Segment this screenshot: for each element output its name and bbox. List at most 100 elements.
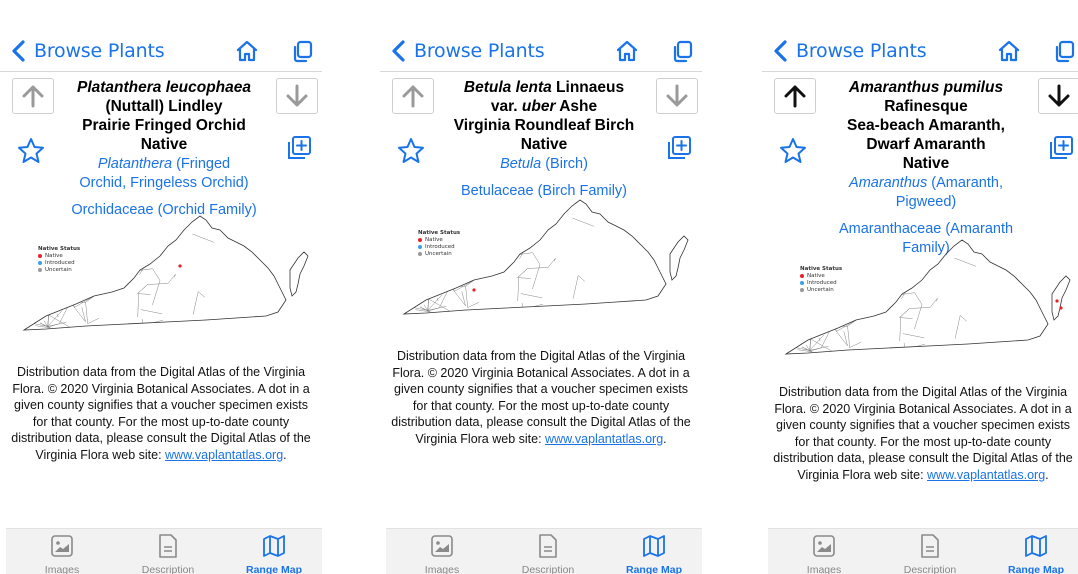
add-to-list-button[interactable]: [285, 134, 313, 162]
virginia-county-map: [22, 215, 309, 331]
scientific-name-line: Platanthera leucophaea: [58, 78, 270, 97]
previous-plant-button[interactable]: [12, 78, 54, 114]
scientific-name-author: Rafinesque: [884, 98, 968, 115]
arrow-up-icon: [22, 85, 44, 108]
genus-name: Platanthera: [97, 156, 173, 172]
genus-link[interactable]: Betula (Birch): [438, 155, 650, 174]
home-icon[interactable]: [996, 38, 1022, 64]
genus-common-name: (Birch): [541, 156, 588, 172]
add-to-list-button[interactable]: [1047, 134, 1075, 162]
eastern-shore-outline: [1051, 275, 1071, 321]
navigation-bar: Browse Plants: [762, 30, 1078, 72]
favorite-star-button[interactable]: [16, 136, 46, 166]
document-icon: [498, 533, 598, 559]
tab-range-map[interactable]: Range Map: [224, 533, 322, 574]
map-icon: [986, 533, 1078, 559]
genus-common-name: Pigweed): [895, 194, 957, 210]
scientific-name-line: Rafinesque: [820, 97, 1032, 116]
tab-label: Description: [903, 564, 957, 574]
add-to-list-button[interactable]: [665, 134, 693, 162]
previous-plant-button[interactable]: [774, 78, 816, 114]
copy-icon[interactable]: [290, 38, 316, 64]
scientific-name-author: Linnaeus: [551, 79, 625, 96]
arrow-up-icon: [402, 85, 424, 108]
navigation-bar: Browse Plants: [380, 30, 702, 72]
native-status: Native: [140, 136, 188, 153]
genus-link[interactable]: Platanthera (Fringed Orchid, Fringeless O…: [58, 155, 270, 193]
eastern-shore-outline: [289, 251, 309, 297]
eastern-shore-outline: [669, 235, 689, 281]
tab-label: Range Map: [625, 564, 682, 574]
common-name: Sea-beach Amaranth,: [847, 117, 1005, 134]
county-record-dot: [1059, 306, 1063, 310]
next-plant-button[interactable]: [1038, 78, 1078, 114]
back-button-label: Browse Plants: [34, 40, 165, 62]
chevron-left-icon: [392, 40, 405, 62]
arrow-up-icon: [784, 85, 806, 108]
plant-detail-screen: Browse Plants Platanthera leucophaea (Nutt…: [0, 0, 322, 574]
atlas-link[interactable]: www.vaplantatlas.org: [545, 432, 663, 446]
back-button[interactable]: Browse Plants: [390, 38, 545, 64]
tab-images[interactable]: Images: [392, 533, 492, 574]
tab-label: Description: [141, 564, 195, 574]
document-icon: [118, 533, 218, 559]
virginia-county-map: [784, 239, 1071, 355]
scientific-name-italic: Platanthera leucophaea: [76, 79, 251, 96]
back-button[interactable]: Browse Plants: [772, 38, 927, 64]
document-icon: [880, 533, 980, 559]
add-list-icon: [1050, 136, 1073, 159]
next-plant-button[interactable]: [276, 78, 318, 114]
range-map: [778, 236, 1076, 356]
tab-images[interactable]: Images: [774, 533, 874, 574]
distribution-end: .: [283, 447, 287, 462]
tab-description[interactable]: Description: [498, 533, 598, 574]
tab-range-map[interactable]: Range Map: [604, 533, 702, 574]
chevron-left-icon: [774, 40, 787, 62]
arrow-down-icon: [1048, 84, 1070, 107]
tab-bar: Images Description Range Map: [386, 528, 702, 574]
back-button-label: Browse Plants: [796, 40, 927, 62]
range-map: [396, 196, 694, 316]
home-icon[interactable]: [614, 38, 640, 64]
copy-icon[interactable]: [1052, 38, 1078, 64]
genus-name: Betula: [500, 156, 542, 172]
scientific-name-line: Betula lenta Linnaeus: [438, 78, 650, 97]
arrow-down-icon: [666, 84, 688, 107]
star-icon: [398, 138, 424, 163]
tab-description[interactable]: Description: [880, 533, 980, 574]
genus-link[interactable]: Amaranthus (Amaranth, Pigweed): [820, 174, 1032, 212]
distribution-note: Distribution data from the Digital Atlas…: [10, 364, 312, 463]
back-button-label: Browse Plants: [414, 40, 545, 62]
navigation-bar: Browse Plants: [0, 30, 322, 72]
image-icon: [774, 533, 874, 559]
distribution-note: Distribution data from the Digital Atlas…: [390, 348, 692, 447]
tab-images[interactable]: Images: [12, 533, 112, 574]
native-status: Native: [902, 155, 950, 172]
next-plant-button[interactable]: [656, 78, 698, 114]
tab-bar: Images Description Range Map: [768, 528, 1078, 574]
atlas-link[interactable]: www.vaplantatlas.org: [927, 468, 1045, 482]
state-outline: [22, 215, 287, 331]
tab-label: Description: [521, 564, 575, 574]
common-name: Virginia Roundleaf Birch: [453, 117, 635, 134]
plant-detail-screen: Browse Plants Amaranthus pumilus Rafinesqu…: [762, 0, 1078, 574]
tab-description[interactable]: Description: [118, 533, 218, 574]
tab-range-map[interactable]: Range Map: [986, 533, 1078, 574]
tab-label: Images: [44, 564, 80, 574]
previous-plant-button[interactable]: [392, 78, 434, 114]
distribution-note: Distribution data from the Digital Atlas…: [772, 384, 1074, 483]
atlas-link[interactable]: www.vaplantatlas.org: [165, 448, 283, 462]
scientific-name-line: (Nuttall) Lindley: [58, 97, 270, 116]
home-icon[interactable]: [234, 38, 260, 64]
copy-icon[interactable]: [670, 38, 696, 64]
scientific-name-italic: Betula lenta: [463, 79, 552, 96]
tab-bar: Images Description Range Map: [6, 528, 322, 574]
genus-common-name: (Amaranth,: [927, 175, 1003, 191]
scientific-name-line: var. uber Ashe: [438, 97, 650, 116]
back-button[interactable]: Browse Plants: [10, 38, 165, 64]
favorite-star-button[interactable]: [396, 136, 426, 166]
favorite-star-button[interactable]: [778, 136, 808, 166]
tab-label: Range Map: [1007, 564, 1064, 574]
add-list-icon: [288, 136, 311, 159]
tab-label: Images: [424, 564, 460, 574]
